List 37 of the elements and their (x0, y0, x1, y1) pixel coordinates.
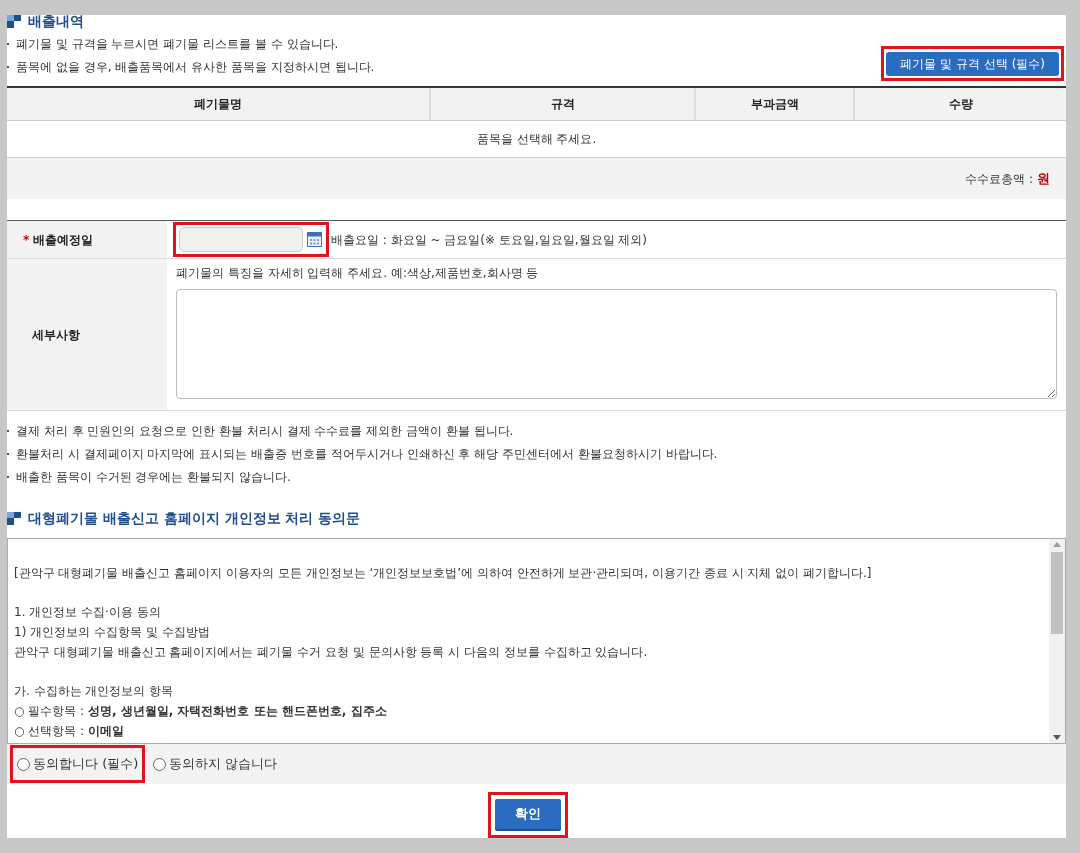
details-hint: 폐기물의 특징을 자세히 입력해 주세요. 예:색상,제품번호,회사명 등 (176, 265, 540, 282)
section-title: 배출내역 (28, 11, 84, 31)
column-header: 규격 (431, 88, 696, 120)
required-mark: * (23, 231, 30, 249)
field-label: 세부사항 (32, 326, 80, 344)
total-value: 원 (1037, 169, 1050, 188)
radio-option[interactable]: 동의하지 않습니다 (153, 754, 278, 774)
note-text: 품목에 없을 경우, 배출품목에서 유사한 품목을 지정하시면 됩니다. (16, 59, 375, 76)
note-text: 배출한 품목이 수거된 경우에는 환불되지 않습니다. (16, 468, 291, 486)
agreement-line: 1. 개인정보 수집·이용 동의 (14, 604, 161, 621)
agreement-line: 관악구 대형폐기물 배출신고 홈페이지에서는 폐기물 수거 요청 및 문의사항 등록 시 다음의 정보를 수집하고 있습니다. (14, 644, 648, 661)
scroll-up-icon[interactable] (1053, 542, 1061, 547)
agreement-line: ○ 필수항목 : 성명, 생년월일, 자택전화번호 또는 핸드폰번호, 집주소 (14, 703, 387, 720)
empty-message: 품목을 선택해 주세요. (476, 131, 597, 148)
note-text: 결제 처리 후 민원인의 요청으로 인한 환불 처리시 결제 수수료를 제외한 금액이 환불 됩니다. (16, 422, 514, 440)
agreement-line: 1) 개인정보의 수집항목 및 수집방법 (14, 624, 210, 641)
select-waste-button[interactable]: 폐기물 및 규격 선택 (필수) (886, 52, 1059, 76)
date-field[interactable] (179, 227, 303, 252)
scrollbar-thumb[interactable] (1051, 552, 1063, 634)
calendar-icon[interactable] (307, 232, 322, 247)
total-label: 수수료총액 : (965, 170, 1033, 188)
section-title: 대형폐기물 배출신고 홈페이지 개인정보 처리 동의문 (28, 508, 361, 528)
field-label: 배출예정일 (33, 231, 94, 249)
scrollbar[interactable] (1049, 539, 1065, 744)
agreement-line: 가. 수집하는 개인정보의 항목 (14, 683, 174, 700)
agreement-line: ○ 선택항목 : 이메일 (14, 723, 124, 740)
details-field[interactable] (176, 289, 1057, 399)
agreement-line: [관악구 대형폐기물 배출신고 홈페이지 이용자의 모든 개인정보는 ‘개인정보보호법’에 의하여 안전하게 보관·관리되며, 이용기간 종료 시 지체 없이 폐기합니다.] (14, 565, 872, 582)
column-header: 수량 (947, 96, 974, 113)
note-text: 폐기물 및 규격을 누르시면 폐기물 리스트를 볼 수 있습니다. (16, 36, 339, 53)
column-header: 폐기물명 (7, 88, 431, 120)
radio-option[interactable]: 동의합니다 (필수) (17, 754, 139, 774)
note-text: 환불처리 시 결제페이지 마지막에 표시되는 배출증 번호를 적어두시거나 인쇄하신 후 해당 주민센터에서 환불요청하시기 바랍니다. (16, 445, 718, 463)
scroll-down-icon[interactable] (1053, 735, 1061, 741)
column-header: 부과금액 (696, 88, 855, 120)
confirm-button[interactable]: 확인 (495, 799, 561, 831)
date-hint: 배출요일 : 화요일 ~ 금요일(※ 토요일,일요일,월요일 제외) (331, 231, 648, 249)
